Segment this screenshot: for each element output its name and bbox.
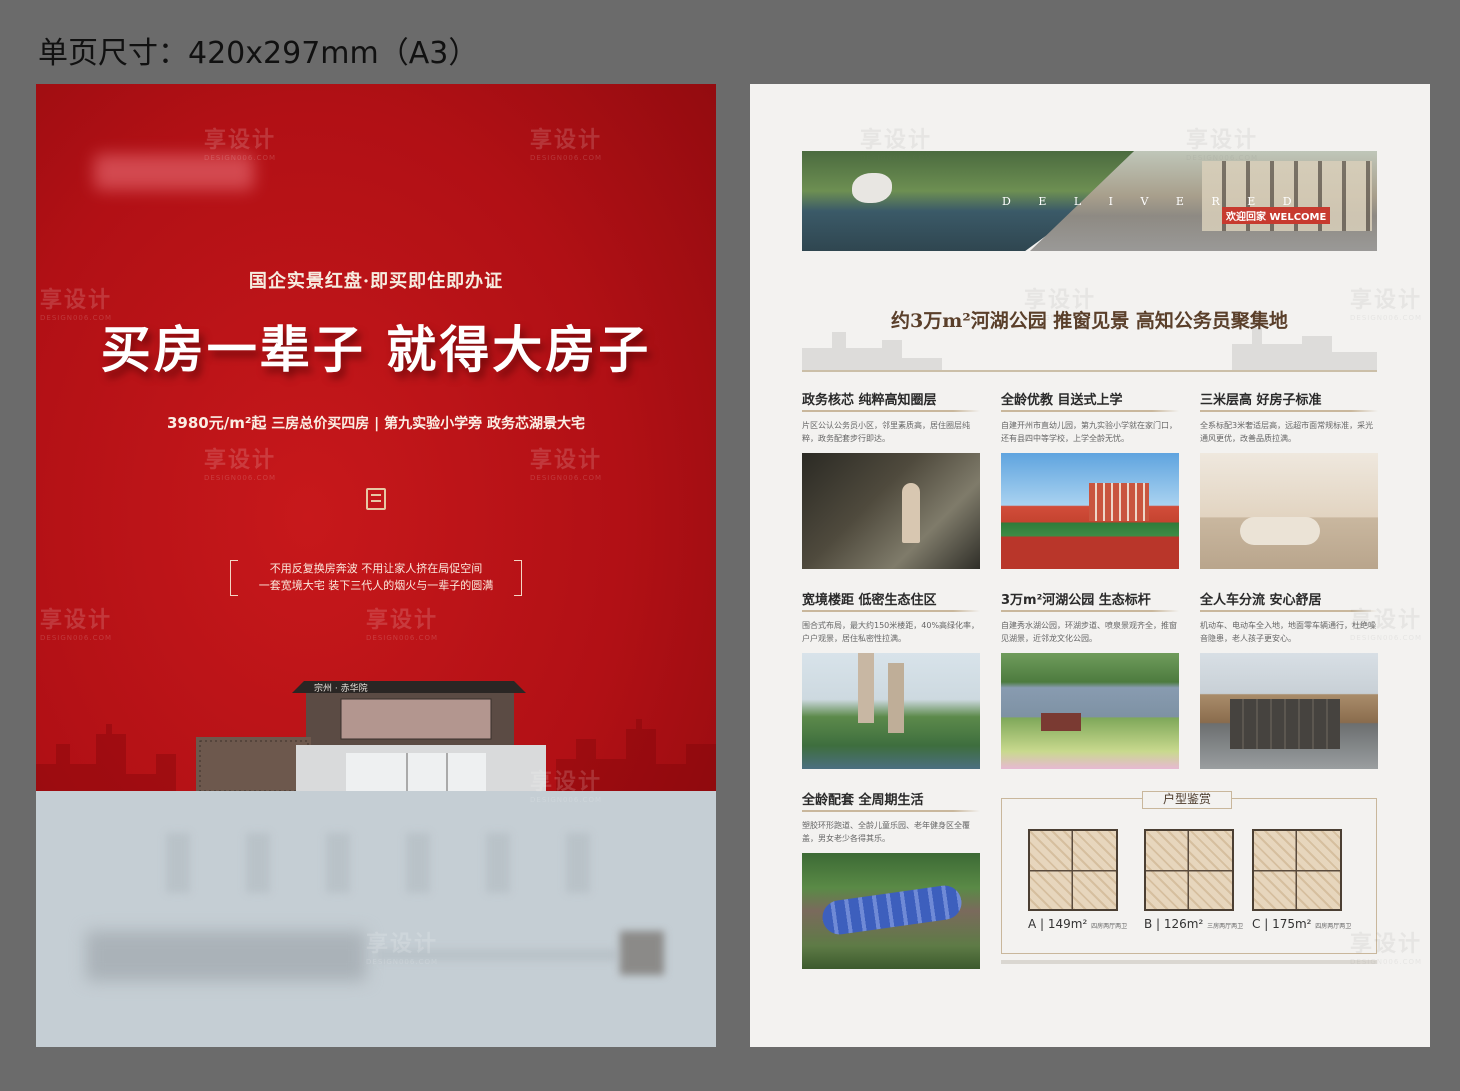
plan-code: C <box>1252 917 1261 931</box>
disclaimer-fine-print <box>1001 960 1377 964</box>
interior-photo <box>1200 453 1378 569</box>
feature-title: 全龄优教 目送式上学 <box>1001 389 1179 412</box>
residential-towers-photo <box>802 653 980 769</box>
watermark-text: 享设计 <box>530 448 603 473</box>
watermark: 享设计DESIGN006.COM <box>204 442 276 482</box>
page-size-label: 单页尺寸：420x297mm（A3） <box>38 36 479 71</box>
sculpture-image <box>852 173 892 203</box>
feature-card: 3万m²河湖公园 生态标杆 自建秀水湖公园，环湖步道、喷泉景观齐全，推窗见湖景，… <box>1001 589 1179 769</box>
flyer-front: 国企实景红盘·即买即住即办证 买房一辈子 就得大房子 3980元/m²起 三房总… <box>36 84 716 1047</box>
feature-card: 全人车分流 安心舒居 机动车、电动车全入地，地面零车辆通行，杜绝噪音隐患，老人孩… <box>1200 589 1378 769</box>
watermark: 享设计DESIGN006.COM <box>530 122 602 162</box>
front-subline: 3980元/m²起 三房总价买四房 | 第九实验小学旁 政务芯湖景大宅 <box>36 412 716 433</box>
quote-line-2: 一套宽境大宅 装下三代人的烟火与一辈子的圆满 <box>258 579 494 592</box>
watermark-sub: DESIGN006.COM <box>204 474 277 482</box>
feature-desc: 塑胶环形跑道、全龄儿童乐园、老年健身区全覆盖，男女老少各得其乐。 <box>802 821 970 843</box>
feature-desc: 自建秀水湖公园，环湖步道、喷泉景观齐全，推窗见湖景，近邻龙文化公园。 <box>1001 621 1177 643</box>
blurred-address-line <box>376 949 616 961</box>
top-banner-photo: D E L I V E R E D 欢迎回家 WELCOME <box>802 151 1377 251</box>
feature-desc: 围合式布局，最大约150米楼距，40%高绿化率，户户观景，居住私密性拉满。 <box>802 621 980 643</box>
plan-rooms: 四房两厅两卫 <box>1315 923 1352 930</box>
plan-code: B <box>1144 917 1153 931</box>
floor-plans-panel: 户型鉴赏 A | 149m² 四房两厅两卫 B | 126m² 三房两厅两卫 C… <box>1001 791 1377 954</box>
watermark-text: 享设计 <box>366 608 439 633</box>
floor-plan-label: C | 175m² 四房两厅两卫 <box>1252 917 1352 931</box>
floor-plan-label: B | 126m² 三房两厅两卫 <box>1144 917 1244 931</box>
welcome-sign: 欢迎回家 WELCOME <box>1222 207 1331 224</box>
sales-center-building-graphic: 宗州 · 赤华院 <box>196 681 546 794</box>
plan-rooms: 四房两厅两卫 <box>1091 923 1128 930</box>
floor-plans-title: 户型鉴赏 <box>1142 791 1232 809</box>
floor-plan-c: C | 175m² 四房两厅两卫 <box>1252 829 1352 931</box>
lake-park-photo <box>1001 653 1179 769</box>
watermark: 享设计DESIGN006.COM <box>40 602 112 642</box>
selling-points-text: 三房总价买四房 | 第九实验小学旁 政务芯湖景大宅 <box>271 416 586 432</box>
feature-card: 全龄配套 全周期生活 塑胶环形跑道、全龄儿童乐园、老年健身区全覆盖，男女老少各得… <box>802 789 980 969</box>
watermark: 享设计DESIGN006.COM <box>530 442 602 482</box>
contact-panel <box>36 791 716 1047</box>
blurred-logo <box>94 154 254 190</box>
lounge-photo <box>802 453 980 569</box>
entrance-gate-photo <box>1200 653 1378 769</box>
floor-plan-image <box>1028 829 1118 911</box>
price-text: 3980元/m²起 <box>166 414 267 432</box>
watermark-text: 享设计 <box>40 608 113 633</box>
plan-area: 175m² <box>1272 917 1312 931</box>
feature-title: 3万m²河湖公园 生态标杆 <box>1001 589 1179 612</box>
watermark-text: 享设计 <box>530 128 603 153</box>
feature-card: 宽境楼距 低密生态住区 围合式布局，最大约150米楼距，40%高绿化率，户户观景… <box>802 589 980 769</box>
floor-plan-a: A | 149m² 四房两厅两卫 <box>1028 829 1128 931</box>
blurred-contact-info <box>166 833 596 903</box>
feature-title: 全龄配套 全周期生活 <box>802 789 980 812</box>
floor-plan-image <box>1144 829 1234 911</box>
feature-desc: 全系标配3米奢适层高，远超市面常规标准，采光通风更优，改善品质拉满。 <box>1200 421 1374 443</box>
watermark-sub: DESIGN006.COM <box>40 634 113 642</box>
watermark-sub: DESIGN006.COM <box>530 474 603 482</box>
feature-card: 三米层高 好房子标准 全系标配3米奢适层高，远超市面常规标准，采光通风更优，改善… <box>1200 389 1378 569</box>
feature-title: 全人车分流 安心舒居 <box>1200 589 1378 612</box>
front-quote: 不用反复换房奔波 不用让家人挤在局促空间 一套宽境大宅 装下三代人的烟火与一辈子… <box>230 560 522 596</box>
plan-code: A <box>1028 917 1037 931</box>
watermark: 享设计DESIGN006.COM <box>366 602 438 642</box>
watermark-sub: DESIGN006.COM <box>530 154 603 162</box>
school-photo <box>1001 453 1179 569</box>
feature-title: 政务核芯 纯粹高知圈层 <box>802 389 980 412</box>
plan-area: 149m² <box>1047 917 1088 931</box>
bracket-right-icon <box>514 560 522 596</box>
quote-line-1: 不用反复换房奔波 不用让家人挤在局促空间 <box>269 562 483 575</box>
floor-plan-image <box>1252 829 1342 911</box>
watermark-text: 享设计 <box>1186 128 1259 153</box>
plan-rooms: 三房两厅两卫 <box>1207 923 1244 930</box>
feature-desc: 机动车、电动车全入地，地面零车辆通行，杜绝噪音隐患，老人孩子更安心。 <box>1200 621 1376 643</box>
playground-photo <box>802 853 980 969</box>
feature-desc: 自建开州市直幼儿园，第九实验小学就在家门口，还有县四中等学校，上学全龄无忧。 <box>1001 421 1177 443</box>
blurred-phone-number <box>86 931 366 981</box>
building-sign-text: 宗州 · 赤华院 <box>314 682 368 694</box>
bracket-left-icon <box>230 560 238 596</box>
plan-area: 126m² <box>1163 917 1204 931</box>
watermark-text: 享设计 <box>860 128 933 153</box>
watermark-text: 享设计 <box>204 128 277 153</box>
feature-title: 宽境楼距 低密生态住区 <box>802 589 980 612</box>
blurred-qr-code <box>620 931 664 975</box>
feature-card: 政务核芯 纯粹高知圈层 片区公认公务员小区，邻里素质高，居住圈层纯粹，政务配套步… <box>802 389 980 569</box>
floor-plan-b: B | 126m² 三房两厅两卫 <box>1144 829 1244 931</box>
feature-title: 三米层高 好房子标准 <box>1200 389 1378 412</box>
watermark-text: 享设计 <box>204 448 277 473</box>
front-headline: 买房一辈子 就得大房子 <box>100 321 652 379</box>
front-tagline: 国企实景红盘·即买即住即办证 <box>248 271 504 292</box>
feature-desc: 片区公认公务员小区，邻里素质高，居住圈层纯粹，政务配套步行即达。 <box>802 421 970 443</box>
watermark-sub: DESIGN006.COM <box>366 634 439 642</box>
title-divider <box>802 370 1377 372</box>
floor-plan-label: A | 149m² 四房两厅两卫 <box>1028 917 1128 931</box>
flyer-back: D E L I V E R E D 欢迎回家 WELCOME 约3万m²河湖公园… <box>750 84 1430 1047</box>
seal-icon <box>366 488 386 510</box>
section-title: 约3万m²河湖公园 推窗见景 高知公务员聚集地 <box>891 310 1288 332</box>
feature-card: 全龄优教 目送式上学 自建开州市直幼儿园，第九实验小学就在家门口，还有县四中等学… <box>1001 389 1179 569</box>
